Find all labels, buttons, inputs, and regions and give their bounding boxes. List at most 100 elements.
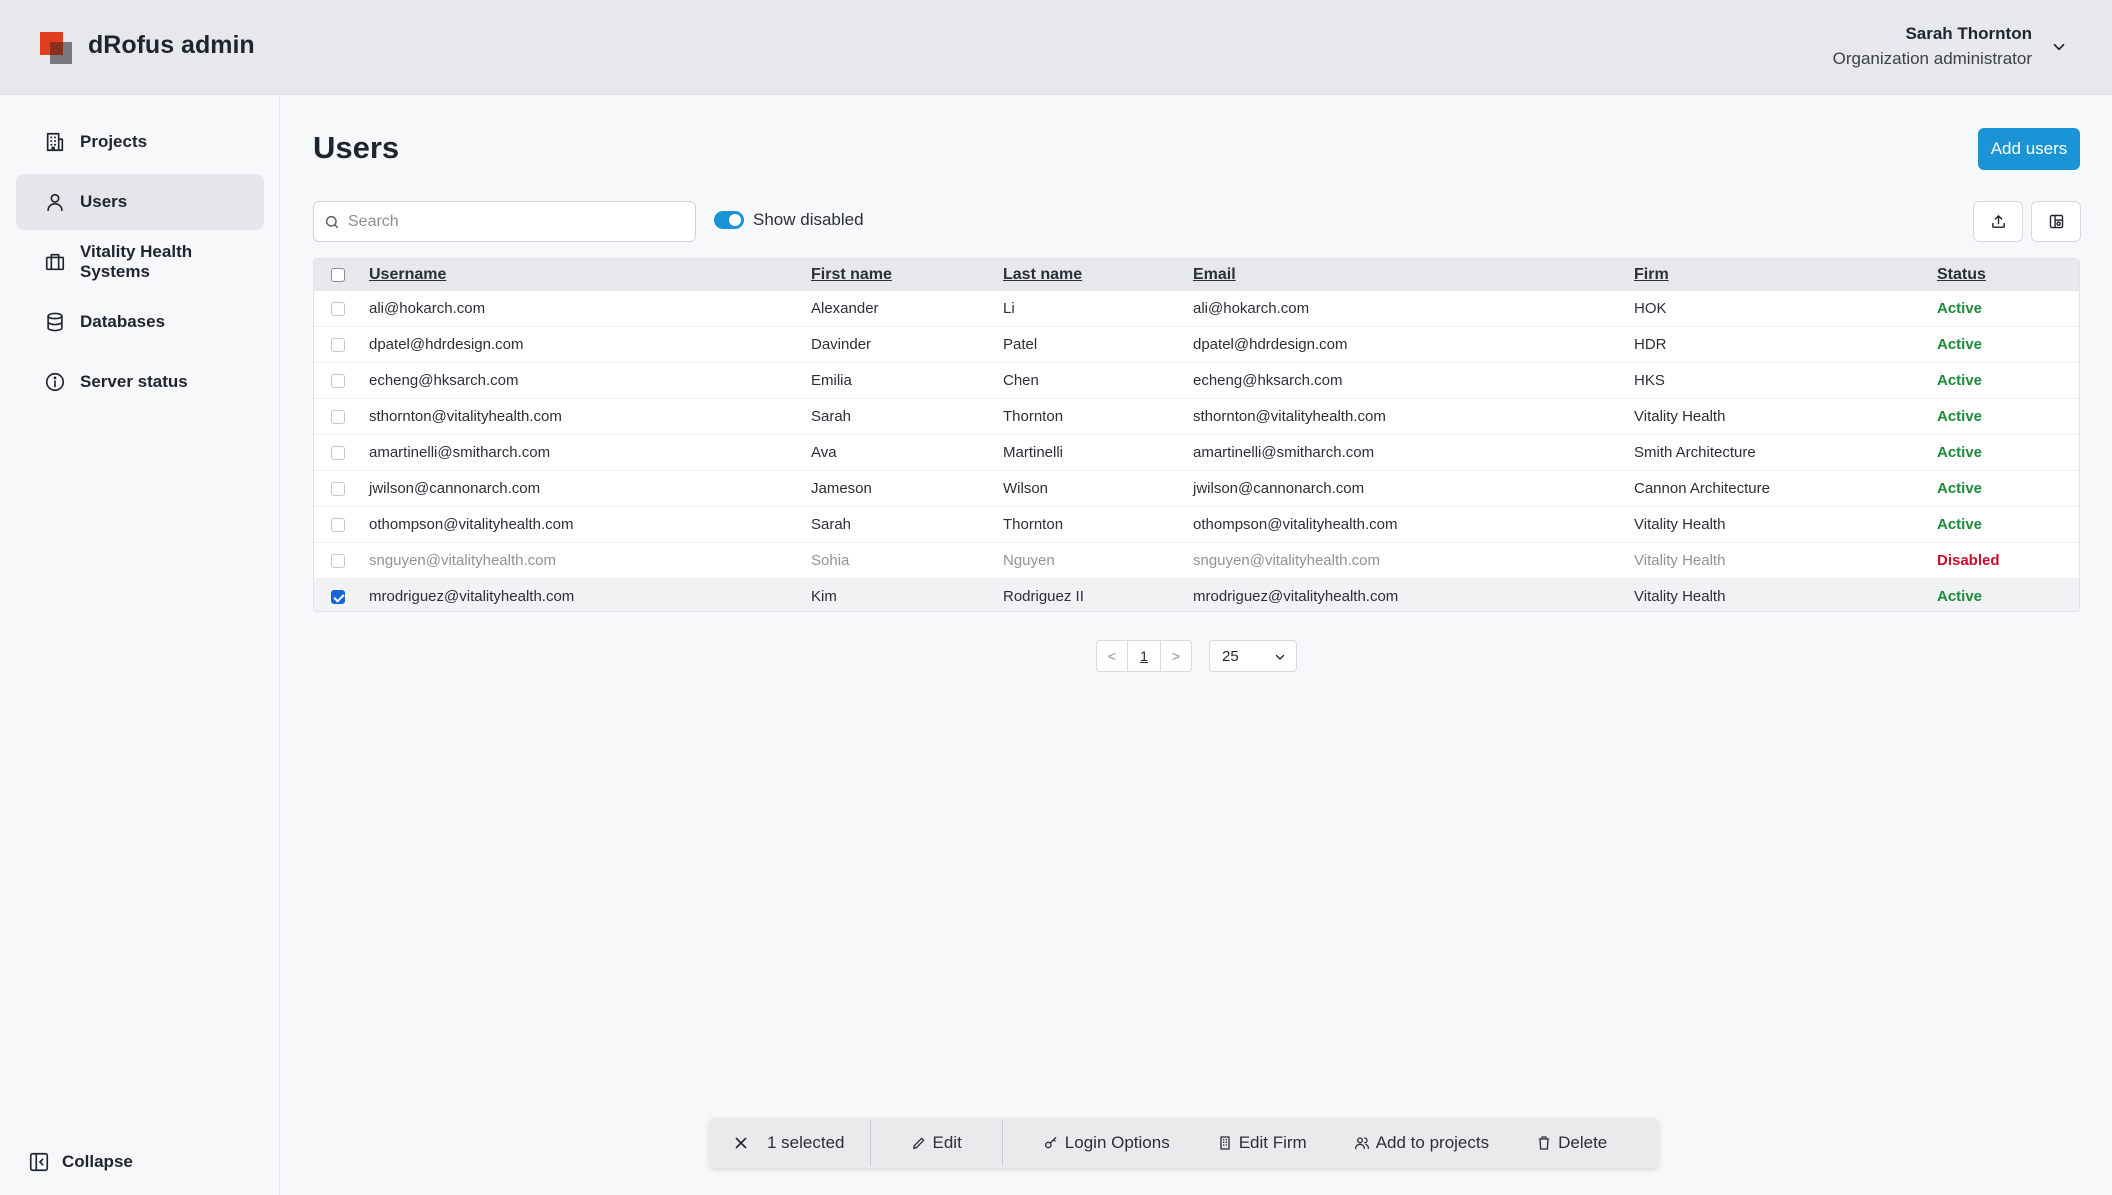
row-checkbox[interactable] bbox=[331, 338, 345, 352]
column-header-firm[interactable]: Firm bbox=[1634, 259, 1669, 291]
login-options-button[interactable]: Login Options bbox=[1043, 1118, 1170, 1168]
database-icon bbox=[47, 312, 63, 332]
select-all-checkbox[interactable] bbox=[331, 268, 345, 282]
edit-button[interactable]: Edit bbox=[911, 1118, 962, 1168]
cell-status: Active bbox=[1937, 336, 1983, 353]
login-options-label: Login Options bbox=[1064, 1133, 1170, 1152]
sidebar-item-databases[interactable]: Databases bbox=[16, 294, 264, 350]
cell-first-name: Davinder bbox=[811, 336, 872, 353]
cell-username: amartinelli@smitharch.com bbox=[369, 444, 551, 461]
building-icon bbox=[1220, 1136, 1230, 1150]
cell-username: snguyen@vitalityhealth.com bbox=[369, 552, 556, 569]
column-header-email[interactable]: Email bbox=[1193, 259, 1236, 291]
row-checkbox[interactable] bbox=[331, 482, 345, 496]
row-checkbox[interactable] bbox=[331, 302, 345, 316]
edit-firm-label: Edit Firm bbox=[1238, 1133, 1307, 1152]
cell-username: sthornton@vitalityhealth.com bbox=[369, 408, 562, 425]
search-input[interactable] bbox=[348, 212, 668, 231]
page-size-select[interactable]: 25 bbox=[1209, 640, 1297, 672]
info-icon bbox=[45, 372, 65, 392]
cell-status: Active bbox=[1937, 372, 1983, 389]
cell-last-name: Rodriguez II bbox=[1003, 588, 1084, 605]
row-checkbox[interactable] bbox=[331, 518, 345, 532]
sidebar-item-users[interactable]: Users bbox=[16, 174, 264, 230]
cell-username: echeng@hksarch.com bbox=[369, 372, 519, 389]
table-row[interactable]: othompson@vitalityhealth.com Sarah Thornto… bbox=[314, 507, 2079, 543]
table-row[interactable]: snguyen@vitalityhealth.com Sohia Nguyen sng… bbox=[314, 543, 2079, 579]
previous-page-button[interactable]: < bbox=[1096, 640, 1128, 672]
sidebar-item-label: Users bbox=[80, 192, 128, 211]
drofus-logo bbox=[40, 32, 72, 64]
cell-firm: HKS bbox=[1634, 372, 1665, 389]
search-box[interactable] bbox=[313, 201, 696, 242]
cell-firm: Vitality Health bbox=[1634, 408, 1726, 425]
table-row[interactable]: mrodriguez@vitalityhealth.com Kim Rodrigue… bbox=[314, 579, 2079, 611]
add-to-projects-button[interactable]: Add to projects bbox=[1354, 1118, 1489, 1168]
row-checkbox[interactable] bbox=[331, 374, 345, 388]
table-row[interactable]: ali@hokarch.com Alexander Li ali@hokarch.co… bbox=[314, 291, 2079, 327]
table-row[interactable]: jwilson@cannonarch.com Jameson Wilson jwils… bbox=[314, 471, 2079, 507]
columns-button[interactable] bbox=[2031, 201, 2081, 242]
cell-status: Active bbox=[1937, 516, 1983, 533]
cell-last-name: Nguyen bbox=[1003, 552, 1055, 569]
row-checkbox[interactable] bbox=[331, 410, 345, 424]
sidebar-item-label: Server status bbox=[80, 372, 188, 391]
table-row[interactable]: echeng@hksarch.com Emilia Chen echeng@hksar… bbox=[314, 363, 2079, 399]
cell-first-name: Sarah bbox=[811, 516, 852, 533]
cell-email: ali@hokarch.com bbox=[1193, 300, 1310, 317]
column-header-username[interactable]: Username bbox=[369, 259, 446, 291]
user-name: Sarah Thornton bbox=[1905, 24, 2032, 43]
cell-firm: HDR bbox=[1634, 336, 1667, 353]
page-1-button[interactable]: 1 bbox=[1128, 640, 1160, 672]
cell-last-name: Wilson bbox=[1003, 480, 1049, 497]
cell-first-name: Jameson bbox=[811, 480, 872, 497]
column-header-last-name[interactable]: Last name bbox=[1003, 259, 1082, 291]
cell-last-name: Patel bbox=[1003, 336, 1038, 353]
row-checkbox[interactable] bbox=[331, 446, 345, 460]
collapse-button[interactable]: Collapse bbox=[28, 1151, 133, 1173]
delete-button[interactable]: Delete bbox=[1536, 1118, 1607, 1168]
export-button[interactable] bbox=[1973, 201, 2023, 242]
cell-last-name: Thornton bbox=[1003, 408, 1064, 425]
toggle-switch[interactable] bbox=[714, 211, 744, 229]
table-row[interactable]: sthornton@vitalityhealth.com Sarah Thornto… bbox=[314, 399, 2079, 435]
cell-username: mrodriguez@vitalityhealth.com bbox=[369, 588, 575, 605]
cell-status: Active bbox=[1937, 480, 1983, 497]
column-header-status[interactable]: Status bbox=[1937, 259, 1986, 291]
user-role: Organization administrator bbox=[1832, 49, 2032, 68]
add-users-button[interactable]: Add users bbox=[1978, 128, 2080, 170]
cell-last-name: Martinelli bbox=[1003, 444, 1064, 461]
cell-firm: Vitality Health bbox=[1634, 588, 1726, 605]
cell-firm: Cannon Architecture bbox=[1634, 480, 1770, 497]
main-content: Users Add users Show disabled Username F… bbox=[281, 96, 2112, 1195]
chevron-down-icon[interactable] bbox=[2050, 38, 2068, 56]
clear-selection-button[interactable] bbox=[732, 1118, 750, 1168]
delete-label: Delete bbox=[1558, 1133, 1608, 1152]
sidebar-item-label: Projects bbox=[80, 132, 148, 151]
key-icon bbox=[1044, 1137, 1057, 1149]
cell-first-name: Sarah bbox=[811, 408, 852, 425]
cell-first-name: Alexander bbox=[811, 300, 879, 317]
cell-status: Active bbox=[1937, 588, 1983, 605]
table-row[interactable]: dpatel@hdrdesign.com Davinder Patel dpatel@… bbox=[314, 327, 2079, 363]
trash-icon bbox=[1538, 1136, 1550, 1150]
table-row[interactable]: amartinelli@smitharch.com Ava Martinelli am… bbox=[314, 435, 2079, 471]
row-checkbox[interactable] bbox=[331, 554, 345, 568]
show-disabled-label: Show disabled bbox=[753, 210, 864, 229]
cell-first-name: Ava bbox=[811, 444, 837, 461]
sidebar-item-organization[interactable]: Vitality Health Systems bbox=[16, 234, 264, 290]
row-checkbox[interactable] bbox=[331, 590, 345, 604]
cell-firm: Smith Architecture bbox=[1634, 444, 1756, 461]
column-header-first-name[interactable]: First name bbox=[811, 259, 892, 291]
cell-email: dpatel@hdrdesign.com bbox=[1193, 336, 1348, 353]
cell-email: snguyen@vitalityhealth.com bbox=[1193, 552, 1380, 569]
next-page-button[interactable]: > bbox=[1160, 640, 1192, 672]
sidebar-item-projects[interactable]: Projects bbox=[16, 114, 264, 170]
edit-firm-button[interactable]: Edit Firm bbox=[1217, 1118, 1307, 1168]
show-disabled-toggle[interactable]: Show disabled bbox=[714, 210, 864, 230]
briefcase-icon bbox=[45, 253, 65, 271]
sidebar-item-server-status[interactable]: Server status bbox=[16, 354, 264, 410]
user-menu[interactable]: Sarah Thornton Organization administrato… bbox=[1833, 22, 2032, 72]
sidebar-item-label: Vitality Health Systems bbox=[80, 242, 193, 281]
cell-last-name: Li bbox=[1003, 300, 1015, 317]
